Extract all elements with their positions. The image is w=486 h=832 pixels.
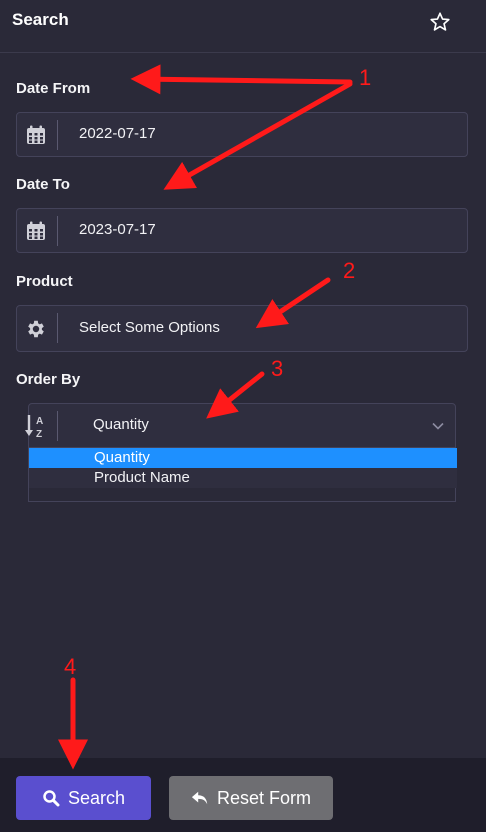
date-to-value: 2023-07-17 (79, 221, 156, 238)
calendar-icon (27, 221, 45, 240)
order-by-select[interactable]: A Z Quantity (25, 403, 456, 448)
search-button-label: Search (67, 787, 126, 808)
dropdown-option-product-name[interactable]: Product Name (29, 468, 457, 488)
date-to-field[interactable]: 2023-07-17 (16, 208, 468, 253)
product-placeholder: Select Some Options (79, 319, 220, 336)
search-icon (43, 790, 60, 807)
panel-title: Search (12, 10, 69, 29)
svg-text:Z: Z (36, 429, 42, 440)
reset-button-label: Reset Form (216, 787, 312, 808)
chevron-down-icon (432, 422, 444, 430)
sort-alpha-icon: A Z (25, 415, 43, 440)
svg-text:A: A (36, 416, 43, 427)
product-label: Product (16, 273, 73, 290)
annotation-number: 1 (359, 65, 372, 90)
form-footer: Search Reset Form (0, 758, 486, 832)
date-from-field[interactable]: 2022-07-17 (16, 112, 468, 157)
arrow-1a (130, 64, 353, 95)
star-icon[interactable] (429, 11, 451, 33)
field-divider (57, 411, 58, 441)
gear-icon (28, 320, 44, 338)
field-divider (57, 216, 58, 246)
dropdown-option-quantity[interactable]: Quantity (29, 448, 457, 468)
undo-icon (191, 791, 208, 805)
field-divider (57, 313, 58, 343)
reset-form-button[interactable]: Reset Form (169, 776, 333, 820)
order-by-dropdown: Quantity Product Name (28, 448, 457, 502)
date-to-label: Date To (16, 176, 70, 193)
annotation-number: 2 (343, 258, 356, 283)
date-from-label: Date From (16, 80, 91, 97)
field-divider (57, 120, 58, 150)
order-by-selected: Quantity (93, 416, 149, 433)
product-multiselect[interactable]: Select Some Options (16, 305, 468, 352)
panel-header: Search (0, 0, 486, 53)
search-button[interactable]: Search (16, 776, 151, 820)
order-by-label: Order By (16, 371, 81, 388)
date-from-value: 2022-07-17 (79, 125, 156, 142)
annotation-number: 3 (271, 356, 284, 381)
annotation-number: 4 (64, 654, 77, 679)
calendar-icon (27, 125, 45, 144)
